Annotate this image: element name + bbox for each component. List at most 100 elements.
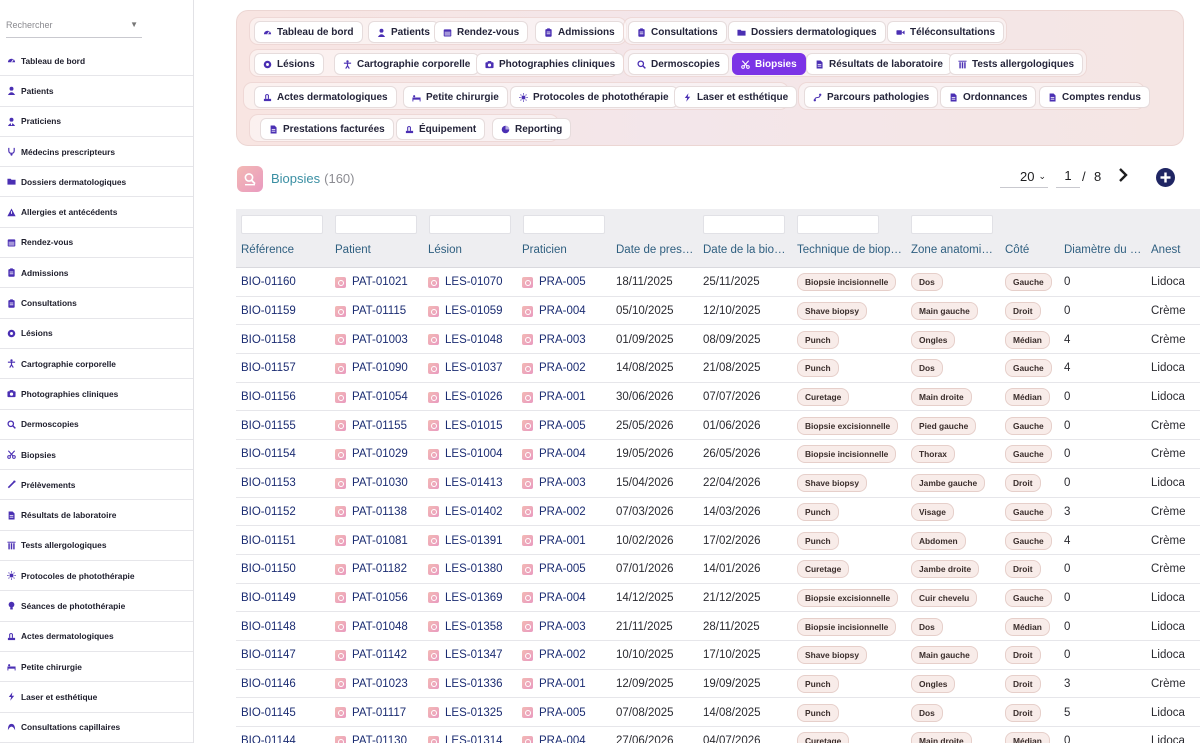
patient-link[interactable]: PAT-01054 bbox=[335, 391, 408, 403]
sidebar-item-biopsies[interactable]: Biopsies bbox=[0, 440, 193, 471]
reference-link[interactable]: BIO-01149 bbox=[241, 592, 296, 604]
column-header-cote[interactable]: Côté bbox=[1005, 244, 1060, 256]
nav-tab-photographies-cliniques[interactable]: Photographies cliniques bbox=[476, 53, 625, 75]
praticien-link[interactable]: PRA-002 bbox=[522, 506, 586, 518]
column-header-lesion[interactable]: Lésion bbox=[428, 244, 518, 256]
lesion-link[interactable]: LES-01314 bbox=[428, 735, 503, 743]
filter-input-praticien[interactable] bbox=[523, 215, 605, 234]
sidebar-item-photographies-cliniques[interactable]: Photographies cliniques bbox=[0, 379, 193, 410]
sidebar-item-medecins-prescripteurs[interactable]: Médecins prescripteurs bbox=[0, 137, 193, 168]
search-input[interactable] bbox=[6, 14, 124, 36]
reference-link[interactable]: BIO-01151 bbox=[241, 535, 296, 547]
patient-link[interactable]: PAT-01142 bbox=[335, 649, 407, 661]
lesion-link[interactable]: LES-01325 bbox=[428, 707, 503, 719]
sidebar-item-tableau-de-bord[interactable]: Tableau de bord bbox=[0, 46, 193, 77]
lesion-link[interactable]: LES-01402 bbox=[428, 506, 503, 518]
sidebar-item-lesions[interactable]: Lésions bbox=[0, 319, 193, 349]
praticien-link[interactable]: PRA-001 bbox=[522, 535, 586, 547]
table-row[interactable]: BIO-01145 PAT-01117 LES-01325 PRA-005 07/08/… bbox=[236, 698, 1200, 727]
table-row[interactable]: BIO-01151 PAT-01081 LES-01391 PRA-001 10/02/… bbox=[236, 526, 1200, 555]
sidebar-item-cartographie-corporelle[interactable]: Cartographie corporelle bbox=[0, 349, 193, 380]
patient-link[interactable]: PAT-01023 bbox=[335, 678, 408, 690]
reference-link[interactable]: BIO-01145 bbox=[241, 707, 296, 719]
praticien-link[interactable]: PRA-003 bbox=[522, 334, 586, 346]
column-header-patient[interactable]: Patient bbox=[335, 244, 425, 256]
sidebar-item-laser-et-esthetique[interactable]: Laser et esthétique bbox=[0, 682, 193, 713]
lesion-link[interactable]: LES-01369 bbox=[428, 592, 503, 604]
nav-tab-consultations[interactable]: Consultations bbox=[628, 21, 727, 43]
table-row[interactable]: BIO-01158 PAT-01003 LES-01048 PRA-003 01/09/… bbox=[236, 325, 1200, 355]
sidebar-item-petite-chirurgie[interactable]: Petite chirurgie bbox=[0, 652, 193, 683]
table-row[interactable]: BIO-01159 PAT-01115 LES-01059 PRA-004 05/10/… bbox=[236, 297, 1200, 326]
patient-link[interactable]: PAT-01048 bbox=[335, 621, 408, 633]
sidebar-item-consultations-capillaires[interactable]: Consultations capillaires bbox=[0, 713, 193, 743]
nav-tab-laser-et-esthetique[interactable]: Laser et esthétique bbox=[674, 86, 798, 108]
page-size-select[interactable]: 20 ⌄ bbox=[1000, 166, 1048, 188]
sidebar-item-rendez-vous[interactable]: Rendez-vous bbox=[0, 228, 193, 259]
sidebar-item-seances-de-phototherapie[interactable]: Séances de photothérapie bbox=[0, 591, 193, 622]
sidebar-item-prelevements[interactable]: Prélèvements bbox=[0, 470, 193, 501]
table-row[interactable]: BIO-01149 PAT-01056 LES-01369 PRA-004 14/12/… bbox=[236, 584, 1200, 613]
filter-input-date-biopsie[interactable] bbox=[703, 215, 785, 234]
nav-tab-lesions[interactable]: Lésions bbox=[254, 53, 324, 75]
table-row[interactable]: BIO-01150 PAT-01182 LES-01380 PRA-005 07/01/… bbox=[236, 555, 1200, 584]
praticien-link[interactable]: PRA-004 bbox=[522, 735, 586, 743]
nav-tab-tableau-de-bord[interactable]: Tableau de bord bbox=[254, 21, 363, 43]
nav-tab-actes-dermatologiques[interactable]: Actes dermatologiques bbox=[254, 86, 397, 108]
lesion-link[interactable]: LES-01059 bbox=[428, 305, 503, 317]
add-biopsy-button[interactable] bbox=[1156, 168, 1175, 187]
sidebar-item-praticiens[interactable]: Praticiens bbox=[0, 107, 193, 137]
nav-tab-equipement[interactable]: Équipement bbox=[396, 118, 486, 140]
reference-link[interactable]: BIO-01150 bbox=[241, 563, 296, 575]
nav-tab-dermoscopies[interactable]: Dermoscopies bbox=[628, 53, 729, 75]
lesion-link[interactable]: LES-01048 bbox=[428, 334, 503, 346]
column-header-date-de-la-bio[interactable]: Date de la bio… bbox=[703, 244, 793, 256]
sidebar-item-resultats-de-laboratoire[interactable]: Résultats de laboratoire bbox=[0, 500, 193, 531]
nav-tab-rendez-vous[interactable]: Rendez-vous bbox=[434, 21, 529, 43]
nav-tab-patients[interactable]: Patients bbox=[368, 21, 439, 43]
lesion-link[interactable]: LES-01358 bbox=[428, 621, 503, 633]
lesion-link[interactable]: LES-01015 bbox=[428, 420, 503, 432]
praticien-link[interactable]: PRA-001 bbox=[522, 678, 586, 690]
column-header-date-de-pres[interactable]: Date de pres… bbox=[616, 244, 700, 256]
lesion-link[interactable]: LES-01037 bbox=[428, 362, 503, 374]
table-row[interactable]: BIO-01144 PAT-01130 LES-01314 PRA-004 27/06/… bbox=[236, 727, 1200, 743]
lesion-link[interactable]: LES-01347 bbox=[428, 649, 503, 661]
nav-tab-resultats-de-laboratoire[interactable]: Résultats de laboratoire bbox=[806, 53, 952, 75]
patient-link[interactable]: PAT-01021 bbox=[335, 276, 408, 288]
reference-link[interactable]: BIO-01146 bbox=[241, 678, 296, 690]
reference-link[interactable]: BIO-01156 bbox=[241, 391, 296, 403]
patient-link[interactable]: PAT-01117 bbox=[335, 707, 406, 719]
lesion-link[interactable]: LES-01391 bbox=[428, 535, 503, 547]
column-header-praticien[interactable]: Praticien bbox=[522, 244, 612, 256]
patient-link[interactable]: PAT-01130 bbox=[335, 735, 407, 743]
column-header-zone-anatomi[interactable]: Zone anatomi… bbox=[911, 244, 1001, 256]
praticien-link[interactable]: PRA-001 bbox=[522, 391, 586, 403]
lesion-link[interactable]: LES-01380 bbox=[428, 563, 503, 575]
nav-tab-cartographie-corporelle[interactable]: Cartographie corporelle bbox=[334, 53, 480, 75]
patient-link[interactable]: PAT-01155 bbox=[335, 420, 407, 432]
praticien-link[interactable]: PRA-002 bbox=[522, 362, 586, 374]
table-row[interactable]: BIO-01156 PAT-01054 LES-01026 PRA-001 30/06/… bbox=[236, 383, 1200, 412]
lesion-link[interactable]: LES-01336 bbox=[428, 678, 503, 690]
filter-input-patient[interactable] bbox=[335, 215, 417, 234]
praticien-link[interactable]: PRA-002 bbox=[522, 649, 586, 661]
praticien-link[interactable]: PRA-005 bbox=[522, 420, 586, 432]
reference-link[interactable]: BIO-01144 bbox=[241, 735, 296, 743]
sidebar-item-protocoles-de-phototherapie[interactable]: Protocoles de photothérapie bbox=[0, 561, 193, 592]
filter-input-lesion[interactable] bbox=[429, 215, 511, 234]
reference-link[interactable]: BIO-01147 bbox=[241, 649, 296, 661]
next-page-icon[interactable] bbox=[1116, 166, 1132, 184]
nav-tab-admissions[interactable]: Admissions bbox=[535, 21, 624, 43]
lesion-link[interactable]: LES-01026 bbox=[428, 391, 503, 403]
sidebar-item-dermoscopies[interactable]: Dermoscopies bbox=[0, 410, 193, 440]
praticien-link[interactable]: PRA-005 bbox=[522, 276, 586, 288]
patient-link[interactable]: PAT-01003 bbox=[335, 334, 408, 346]
table-row[interactable]: BIO-01148 PAT-01048 LES-01358 PRA-003 21/11/… bbox=[236, 612, 1200, 641]
patient-link[interactable]: PAT-01090 bbox=[335, 362, 408, 374]
filter-input-reference[interactable] bbox=[241, 215, 323, 234]
sidebar-item-admissions[interactable]: Admissions bbox=[0, 258, 193, 289]
lesion-link[interactable]: LES-01004 bbox=[428, 448, 503, 460]
page-number-input[interactable]: 1 bbox=[1056, 166, 1080, 188]
patient-link[interactable]: PAT-01029 bbox=[335, 448, 408, 460]
